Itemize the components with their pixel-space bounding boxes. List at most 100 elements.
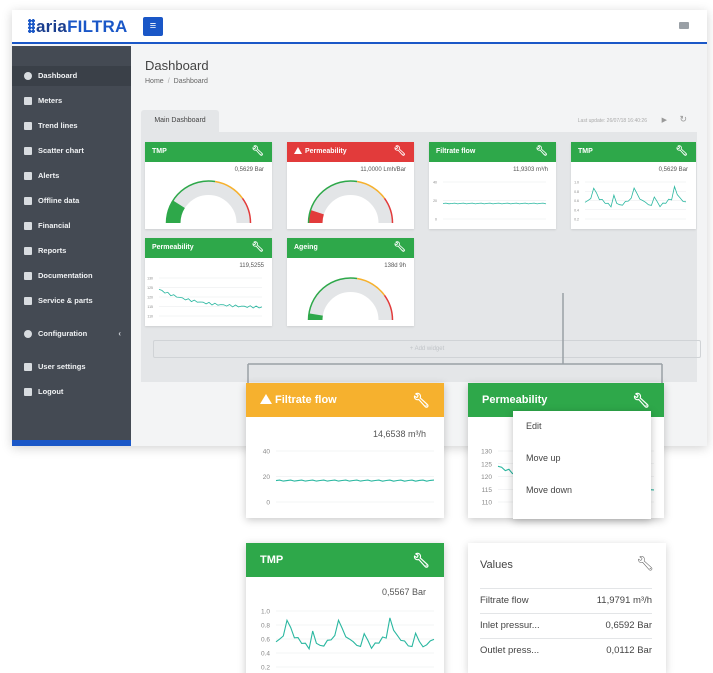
widget-header: Filtrate flow 🔧︎ (429, 142, 556, 162)
values-label: Inlet pressur... (480, 620, 540, 631)
sidebar-item-label: Scatter chart (38, 146, 84, 155)
breadcrumb: Home / Dashboard (145, 78, 208, 85)
tick-label: 0 (435, 218, 437, 222)
values-value: 0,0112 Bar (606, 645, 652, 656)
logo[interactable]: ariaFILTRA (28, 17, 127, 37)
tick-label: 115 (482, 487, 493, 494)
sidebar-item-alerts[interactable]: Alerts (12, 166, 131, 186)
tick-label: 0.4 (574, 208, 579, 212)
widget-title: TMP (578, 148, 593, 155)
widget-value: 11,9303 m³/h (513, 167, 548, 173)
play-icon[interactable]: ▶ (662, 116, 667, 124)
wrench-icon[interactable]: 🔧︎ (251, 238, 264, 258)
hamburger-button[interactable]: ≡ (143, 17, 163, 36)
wrench-icon[interactable]: 🔧︎ (412, 543, 430, 577)
sidebar-item-trend-lines[interactable]: Trend lines (12, 116, 131, 136)
logo-prefix: aria (36, 17, 68, 36)
sidebar-item-financial[interactable]: Financial (12, 216, 131, 236)
wrench-icon[interactable]: 🔧︎ (675, 142, 688, 162)
tick-label: 0 (266, 500, 270, 507)
sidebar-item-offline-data[interactable]: Offline data (12, 191, 131, 211)
breadcrumb-home[interactable]: Home (145, 78, 164, 85)
sidebar-item-label: User settings (38, 362, 86, 371)
sidebar-item-reports[interactable]: Reports (12, 241, 131, 261)
series-line (584, 185, 687, 208)
card-title: TMP (260, 554, 284, 566)
document-icon (24, 247, 32, 255)
tick-label: 130 (147, 277, 153, 281)
sidebar-item-label: Configuration (38, 329, 88, 338)
logo-dots-icon (28, 19, 35, 33)
logout-icon (24, 388, 32, 396)
gauge-fill (166, 200, 186, 224)
menu-item-edit[interactable]: Edit (526, 421, 542, 431)
user-icon (24, 363, 32, 371)
sidebar-item-user-settings[interactable]: User settings (12, 357, 131, 377)
gear-icon (24, 330, 32, 338)
zoom-card-tmp: TMP 🔧︎ 0,5567 Bar 1.0 0.8 0.6 0.4 0.2 (246, 543, 444, 673)
series-line (442, 202, 547, 205)
factory-icon[interactable] (679, 22, 689, 29)
widget-permeability-gauge: Permeability 🔧︎ 11,0000 Lmh/Bar (287, 142, 414, 229)
warning-icon (260, 394, 272, 404)
last-update-text: Last update: 26/07/18 16:40:26 (577, 118, 647, 124)
bar-chart-icon (24, 147, 32, 155)
card-value: 14,6538 m³/h (372, 429, 426, 439)
sidebar-item-label: Meters (38, 96, 63, 105)
sidebar-item-configuration[interactable]: Configuration ‹ (12, 324, 131, 344)
tick-label: 125 (481, 461, 492, 468)
wrench-icon[interactable]: 🔧︎ (535, 142, 548, 162)
values-label: Outlet press... (480, 645, 540, 656)
sidebar-item-scatter-chart[interactable]: Scatter chart (12, 141, 131, 161)
tick-label: 0.6 (261, 637, 270, 644)
add-widget-button[interactable]: + Add widget (153, 340, 701, 358)
tick-label: 40 (263, 449, 271, 456)
logo-suffix: FILTRA (67, 17, 128, 36)
refresh-icon[interactable]: ↻ (679, 114, 687, 125)
values-value: 11,9791 m³/h (596, 595, 652, 606)
tick-label: 0.8 (574, 190, 579, 194)
warning-icon (294, 147, 302, 154)
sidebar-item-documentation[interactable]: Documentation (12, 266, 131, 286)
widget-value: 0,5629 Bar (234, 167, 264, 173)
tick-label: 0.8 (261, 623, 270, 630)
sidebar-footer (12, 440, 131, 446)
widget-header: Ageing 🔧︎ (287, 238, 414, 258)
wrench-icon[interactable]: 🔧︎ (393, 238, 406, 258)
tick-label: 110 (482, 500, 493, 507)
app-window: ariaFILTRA ≡ Dashboard Meters Trend lines S… (12, 10, 707, 446)
widget-permeability-line: Permeability 🔧︎ 119,5255 130 125 120 115 110 (145, 238, 272, 326)
wrench-icon[interactable]: 🔧︎ (636, 555, 654, 572)
sidebar-item-service-parts[interactable]: Service & parts (12, 291, 131, 311)
values-row: Inlet pressur... 0,6592 Bar (480, 613, 652, 637)
tab-main-dashboard[interactable]: Main Dashboard (141, 110, 219, 132)
widget-header: Permeability 🔧︎ (145, 238, 272, 258)
widget-header: TMP 🔧︎ (571, 142, 696, 162)
page-title: Dashboard (145, 58, 209, 73)
menu-item-move-up[interactable]: Move up (526, 453, 561, 463)
wrench-icon[interactable]: 🔧︎ (412, 383, 430, 417)
tick-label: 125 (147, 286, 153, 290)
sidebar-item-dashboard[interactable]: Dashboard (12, 66, 131, 86)
widget-tmp-line: TMP 🔧︎ 0,5629 Bar 1.0 0.8 0.6 0.4 0.2 (571, 142, 696, 229)
menu-item-move-down[interactable]: Move down (526, 485, 572, 495)
widget-title: Filtrate flow (436, 148, 476, 155)
wrench-icon[interactable]: 🔧︎ (393, 142, 406, 162)
tick-label: 40 (433, 181, 437, 185)
tick-label: 1.0 (574, 181, 579, 185)
sidebar-item-label: Offline data (38, 196, 80, 205)
sidebar-item-meters[interactable]: Meters (12, 91, 131, 111)
card-title: Permeability (482, 394, 548, 406)
widget-header: TMP 🔧︎ (145, 142, 272, 162)
widget-value: 138d 9h (384, 263, 406, 269)
warning-icon (24, 172, 32, 180)
sidebar-item-logout[interactable]: Logout (12, 382, 131, 402)
pencil-icon (24, 197, 32, 205)
list-icon (24, 97, 32, 105)
chevron-left-icon[interactable]: ‹ (118, 324, 121, 344)
wrench-icon[interactable]: 🔧︎ (251, 142, 264, 162)
values-row: Outlet press... 0,0112 Bar (480, 638, 652, 662)
gauge-track (308, 181, 393, 224)
sidebar-item-label: Documentation (38, 271, 93, 280)
line-chart-icon (24, 122, 32, 130)
